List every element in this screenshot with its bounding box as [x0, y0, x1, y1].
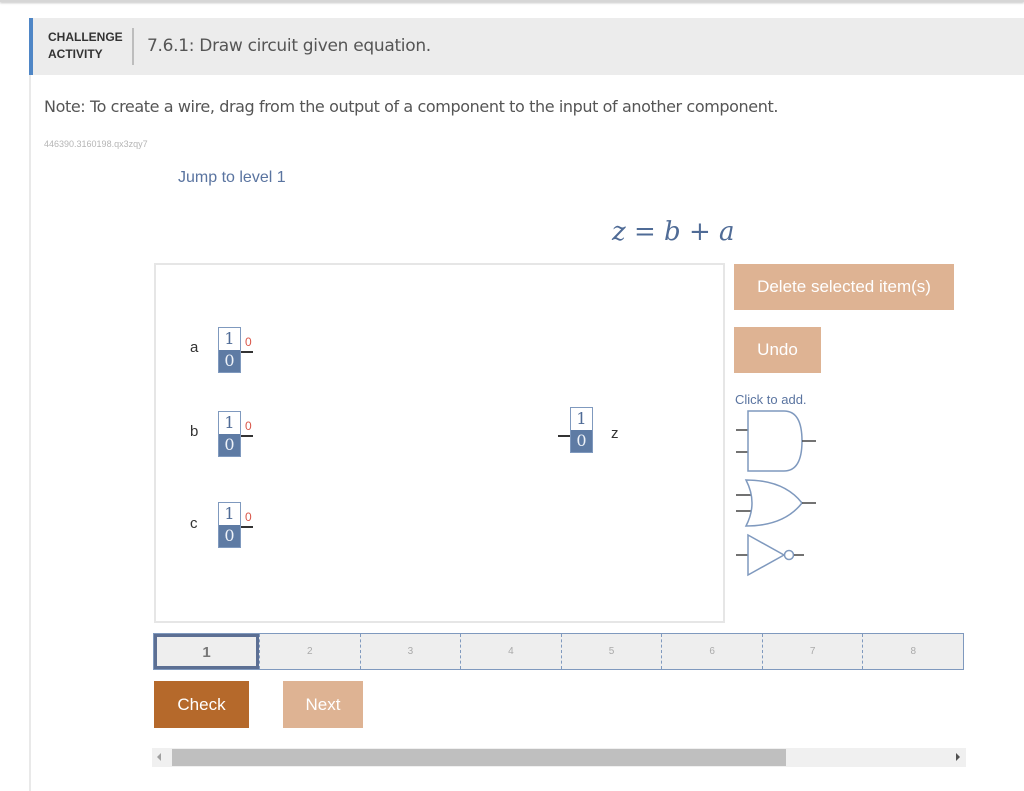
jump-to-level-link[interactable]: Jump to level 1 — [178, 169, 286, 187]
switch-a-one[interactable]: 1 — [219, 328, 240, 350]
and-gate-icon[interactable] — [734, 410, 818, 474]
level-7[interactable]: 7 — [761, 634, 863, 669]
activity-kind-line2: ACTIVITY — [48, 47, 103, 61]
input-b-output-terminal[interactable] — [241, 435, 253, 437]
or-gate-icon[interactable] — [734, 479, 818, 529]
switch-c-one[interactable]: 1 — [219, 503, 240, 525]
next-button[interactable]: Next — [283, 681, 363, 728]
equation-plus: + — [688, 217, 711, 247]
input-c-output-value: 0 — [245, 510, 252, 524]
level-1[interactable]: 1 — [154, 634, 259, 669]
check-button[interactable]: Check — [154, 681, 249, 728]
switch-b-one[interactable]: 1 — [219, 412, 240, 434]
output-indicator-z: 1 0 — [570, 407, 593, 453]
scrollbar-thumb[interactable] — [172, 749, 786, 766]
output-z-zero: 0 — [571, 430, 592, 452]
equation-equals: = — [633, 217, 656, 247]
input-c-output-terminal[interactable] — [241, 526, 253, 528]
equation-term2: a — [719, 217, 735, 247]
activity-title: 7.6.1: Draw circuit given equation. — [147, 36, 431, 56]
input-b-output-value: 0 — [245, 419, 252, 433]
input-a-output-value: 0 — [245, 335, 252, 349]
input-switch-a[interactable]: 1 0 — [218, 327, 241, 373]
circuit-canvas[interactable]: a 1 0 0 b 1 0 0 c 1 0 0 1 0 z — [154, 263, 725, 623]
equation-term1: b — [664, 217, 681, 247]
output-z-one: 1 — [571, 408, 592, 430]
input-switch-c[interactable]: 1 0 — [218, 502, 241, 548]
input-label-b: b — [190, 423, 199, 440]
level-8[interactable]: 8 — [862, 634, 963, 669]
switch-a-zero[interactable]: 0 — [219, 350, 240, 372]
top-bar-shadow — [0, 0, 1024, 2]
scroll-left-arrow-icon[interactable] — [157, 753, 161, 761]
level-progress: 1 2 3 4 5 6 7 8 — [153, 633, 964, 670]
card-left-border — [29, 74, 31, 791]
activity-kind-line1: CHALLENGE — [48, 30, 123, 44]
switch-c-zero[interactable]: 0 — [219, 525, 240, 547]
input-label-c: c — [190, 515, 198, 532]
horizontal-scrollbar[interactable] — [152, 748, 966, 767]
output-label-z: z — [611, 425, 619, 442]
not-gate-icon[interactable] — [734, 533, 808, 579]
equation-lhs: z — [612, 217, 626, 247]
activity-kind: CHALLENGE ACTIVITY — [48, 29, 128, 63]
instruction-note: Note: To create a wire, drag from the ou… — [44, 97, 779, 116]
level-3[interactable]: 3 — [359, 634, 461, 669]
delete-selected-button[interactable]: Delete selected item(s) — [734, 264, 954, 310]
equation: z = b + a — [612, 217, 735, 247]
switch-b-zero[interactable]: 0 — [219, 434, 240, 456]
level-2[interactable]: 2 — [259, 634, 360, 669]
level-4[interactable]: 4 — [460, 634, 561, 669]
header-separator — [132, 28, 134, 65]
level-6[interactable]: 6 — [661, 634, 762, 669]
activity-header: CHALLENGE ACTIVITY 7.6.1: Draw circuit g… — [29, 18, 1024, 75]
output-z-input-terminal[interactable] — [558, 435, 570, 437]
undo-button[interactable]: Undo — [734, 327, 821, 373]
input-switch-b[interactable]: 1 0 — [218, 411, 241, 457]
scroll-right-arrow-icon[interactable] — [956, 753, 960, 761]
level-5[interactable]: 5 — [560, 634, 662, 669]
activity-id: 446390.3160198.qx3zqy7 — [44, 139, 148, 149]
click-to-add-label: Click to add. — [735, 392, 807, 407]
input-label-a: a — [190, 339, 199, 356]
input-a-output-terminal[interactable] — [241, 351, 253, 353]
